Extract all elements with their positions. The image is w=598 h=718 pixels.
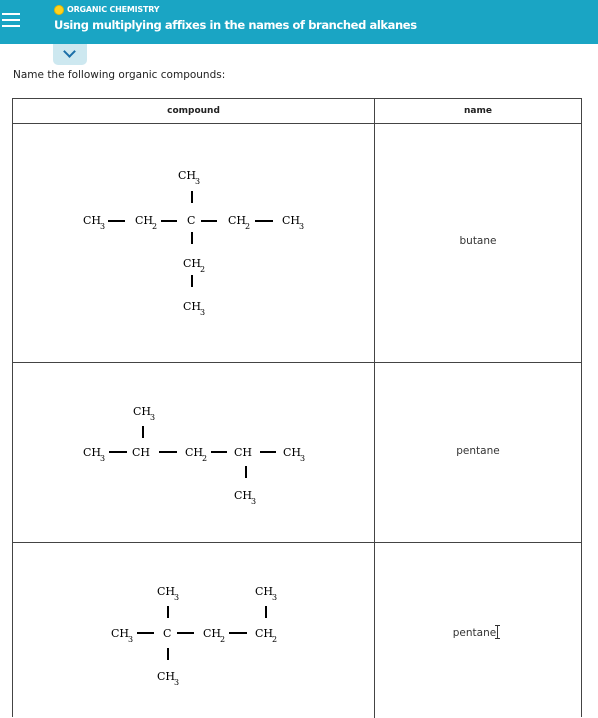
svg-text:CH: CH (255, 585, 273, 598)
svg-text:3: 3 (100, 222, 105, 231)
svg-text:CH: CH (183, 257, 201, 270)
chain-ch3-left: CH3 (83, 446, 105, 463)
svg-text:3: 3 (128, 635, 133, 644)
chain-ch2: CH2 (203, 627, 225, 644)
compound-structure-3: CH3 CH3 CH3 C CH2 CH2 CH3 (111, 585, 277, 687)
svg-text:CH: CH (83, 214, 101, 227)
svg-text:2: 2 (220, 635, 225, 644)
svg-text:3: 3 (150, 413, 155, 422)
chain-ch: CH (132, 446, 150, 459)
svg-text:CH: CH (234, 489, 252, 502)
svg-text:C: C (163, 627, 171, 640)
substituent-ch3: CH3 (234, 489, 256, 506)
chain-ch3-right: CH3 (283, 446, 305, 463)
collapse-tab[interactable] (53, 44, 87, 65)
chain-ch: CH (234, 446, 252, 459)
instructions-text: Name the following organic compounds: (13, 69, 226, 81)
compounds-table: compound name CH 3 CH 3 CH 2 C CH 2 CH 3 CH 2 (12, 98, 582, 718)
chain-ch2: CH2 (228, 214, 250, 231)
substituent-ch3: CH3 (178, 169, 200, 186)
svg-text:3: 3 (251, 497, 256, 506)
status-dot-icon (54, 5, 64, 15)
svg-text:CH: CH (157, 670, 175, 683)
svg-text:2: 2 (245, 222, 250, 231)
svg-text:CH: CH (157, 585, 175, 598)
svg-text:3: 3 (299, 222, 304, 231)
top-bar: ORGANIC CHEMISTRY Using multiplying affi… (0, 0, 598, 44)
chain-ch3-left: CH3 (111, 627, 133, 644)
answer-name-2[interactable]: pentane (375, 444, 581, 458)
substituent-ch2: CH2 (183, 257, 205, 274)
chain-ch2: CH2 (135, 214, 157, 231)
substituent-ch3: CH3 (157, 585, 179, 602)
svg-text:CH: CH (283, 446, 301, 459)
svg-text:2: 2 (152, 222, 157, 231)
header-name: name (464, 106, 492, 116)
svg-text:3: 3 (300, 454, 305, 463)
chain-ch2: CH2 (255, 627, 277, 644)
svg-text:CH: CH (234, 446, 252, 459)
svg-text:3: 3 (174, 593, 179, 602)
svg-text:C: C (187, 214, 195, 227)
svg-text:CH: CH (111, 627, 129, 640)
svg-text:CH: CH (203, 627, 221, 640)
svg-text:CH: CH (132, 446, 150, 459)
answer-name-3[interactable]: pentane (453, 627, 496, 639)
page-title: Using multiplying affixes in the names o… (54, 18, 417, 32)
substituent-ch3: CH3 (157, 670, 179, 687)
svg-text:CH: CH (183, 300, 201, 313)
chain-ch3-left: CH3 (83, 214, 105, 231)
svg-text:2: 2 (200, 265, 205, 274)
menu-icon[interactable] (0, 0, 30, 44)
text-cursor-icon (495, 625, 503, 639)
category-label: ORGANIC CHEMISTRY (67, 5, 160, 14)
svg-text:CH: CH (185, 446, 203, 459)
svg-text:CH: CH (228, 214, 246, 227)
substituent-ch3: CH3 (183, 300, 205, 317)
chain-ch3-right: CH3 (282, 214, 304, 231)
header-compound: compound (167, 106, 220, 116)
chain-quaternary-c: C (187, 214, 195, 227)
answer-name-1[interactable]: butane (375, 234, 581, 248)
chevron-down-icon (63, 45, 76, 58)
svg-text:2: 2 (202, 454, 207, 463)
svg-text:CH: CH (282, 214, 300, 227)
substituent-ch3: CH3 (255, 585, 277, 602)
compound-structure-1: CH3 CH3 CH2 C CH2 CH3 CH2 CH3 (83, 169, 304, 317)
svg-text:2: 2 (272, 635, 277, 644)
svg-text:3: 3 (174, 678, 179, 687)
svg-text:CH: CH (133, 405, 151, 418)
svg-text:CH: CH (255, 627, 273, 640)
svg-text:3: 3 (100, 454, 105, 463)
svg-text:CH: CH (83, 446, 101, 459)
svg-text:CH: CH (135, 214, 153, 227)
answer-name-3-field[interactable]: pentane (375, 625, 581, 640)
chain-quaternary-c: C (163, 627, 171, 640)
svg-text:CH: CH (178, 169, 196, 182)
substituent-ch3: CH3 (133, 405, 155, 422)
chain-ch2: CH2 (185, 446, 207, 463)
svg-text:3: 3 (272, 593, 277, 602)
compound-structure-2: CH3 CH3 CH CH2 CH CH3 CH3 (83, 405, 305, 506)
svg-text:3: 3 (195, 177, 200, 186)
svg-text:3: 3 (200, 308, 205, 317)
